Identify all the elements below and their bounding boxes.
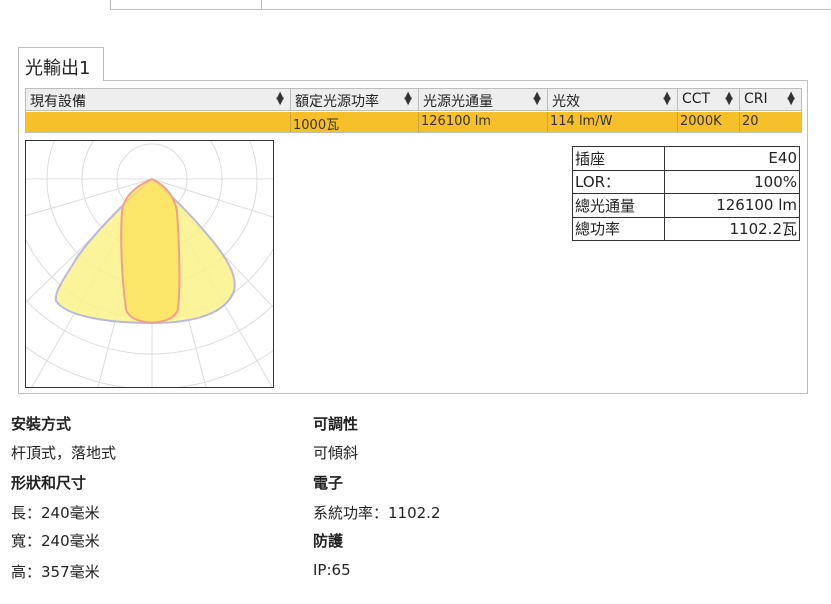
column-header-efficacy[interactable]: 光效 ▲ ▼ <box>548 89 678 111</box>
install-value: 杆頂式，落地式 <box>11 444 117 462</box>
column-header-label: CRI <box>744 91 768 107</box>
cell-existing-equipment <box>26 112 291 132</box>
table-row: 插座 E40 <box>572 146 800 171</box>
column-header-existing-equipment[interactable]: 現有設備 ▲ ▼ <box>26 89 291 111</box>
polar-diagram-svg <box>0 0 398 425</box>
column-header-label: CCT <box>682 91 711 107</box>
system-power-value: 系統功率：1102.2 <box>313 504 441 522</box>
column-header-rated-power[interactable]: 額定光源功率 ▲ ▼ <box>291 89 419 111</box>
protection-value: IP:65 <box>313 561 351 579</box>
cell-luminous-flux: 126100 lm <box>419 112 548 132</box>
summary-key: LOR： <box>572 169 665 194</box>
summary-value: 126100 lm <box>664 193 800 218</box>
cell-cct: 2000K <box>678 112 740 132</box>
length-value: 長：240毫米 <box>11 504 100 522</box>
cell-cri: 20 <box>742 114 759 129</box>
summary-value: E40 <box>664 146 800 171</box>
width-value: 寬：240毫米 <box>11 532 100 550</box>
sort-icon[interactable]: ▲ ▼ <box>276 91 284 107</box>
column-header-label: 額定光源功率 <box>295 94 379 110</box>
lamp-summary-table: 插座 E40 LOR： 100% 總光通量 126100 lm 總功率 1102.2瓦 <box>572 146 800 241</box>
c90-curve <box>120 177 181 324</box>
sort-icon[interactable]: ▲ ▼ <box>663 91 671 107</box>
adjust-value: 可傾斜 <box>313 444 359 462</box>
protection-heading: 防護 <box>313 532 344 550</box>
electronic-heading: 電子 <box>313 474 344 492</box>
sort-icon[interactable]: ▲ ▼ <box>404 91 412 107</box>
summary-key: 總光通量 <box>572 193 665 218</box>
summary-value: 100% <box>664 169 800 194</box>
lamp-grid: 現有設備 ▲ ▼ 額定光源功率 ▲ ▼ 光源光通量 ▲ ▼ 光效 ▲ ▼ CCT ▲ ▼ CRI ▲ ▼… <box>25 88 802 133</box>
summary-value: 1102.2瓦 <box>664 216 800 241</box>
cell-rated-power: 1000瓦 <box>291 112 419 133</box>
column-header-cri[interactable]: CRI ▲ ▼ <box>740 89 801 111</box>
cell-efficacy: 114 lm/W <box>548 112 678 132</box>
install-heading: 安裝方式 <box>11 415 72 433</box>
column-header-cct[interactable]: CCT ▲ ▼ <box>678 89 740 111</box>
top-frame-divider <box>261 0 262 10</box>
sort-icon[interactable]: ▲ ▼ <box>725 91 733 107</box>
adjust-heading: 可調性 <box>313 415 359 433</box>
shape-heading: 形狀和尺寸 <box>11 474 87 492</box>
column-header-luminous-flux[interactable]: 光源光通量 ▲ ▼ <box>419 89 548 111</box>
table-row: LOR： 100% <box>572 169 800 194</box>
sort-icon[interactable]: ▲ ▼ <box>533 91 541 107</box>
table-row: 總功率 1102.2瓦 <box>572 216 800 241</box>
sort-icon[interactable]: ▲ ▼ <box>787 91 795 107</box>
height-value: 高：357毫米 <box>11 563 100 581</box>
column-header-label: 現有設備 <box>30 94 86 110</box>
tab-light-output-1[interactable]: 光輸出1 <box>18 47 104 81</box>
top-frame <box>110 0 831 10</box>
polar-intensity-diagram <box>0 0 398 425</box>
summary-key: 插座 <box>572 146 665 171</box>
column-header-label: 光源光通量 <box>423 94 493 110</box>
summary-key: 總功率 <box>572 216 665 241</box>
table-row: 總光通量 126100 lm <box>572 193 800 218</box>
column-header-label: 光效 <box>552 94 580 110</box>
table-row[interactable]: 1000瓦 126100 lm 114 lm/W 2000K 20 <box>26 112 801 133</box>
